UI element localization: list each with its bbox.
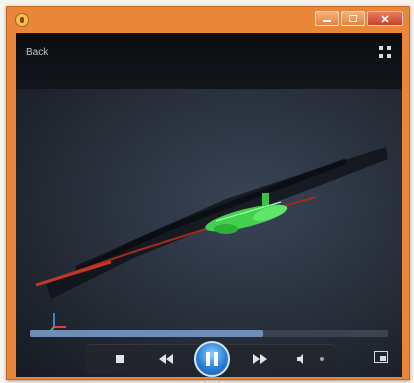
title-bar[interactable] [7,7,409,33]
seek-bar[interactable] [30,330,388,337]
switch-to-compact-icon[interactable] [374,351,388,363]
pause-icon [206,352,218,366]
previous-button[interactable] [158,352,174,366]
close-icon [381,14,389,23]
close-button[interactable] [367,11,403,26]
pause-button[interactable] [194,341,230,377]
transport-controls [86,341,336,377]
minimize-button[interactable] [315,11,339,26]
seek-bar-progress [30,330,263,337]
next-button[interactable] [252,352,268,366]
back-link[interactable]: Back [26,47,48,58]
next-icon [253,354,267,364]
app-icon[interactable] [15,13,29,27]
previous-icon [159,354,173,364]
stop-button[interactable] [112,352,128,366]
fullscreen-icon[interactable] [378,45,392,59]
caption-buttons [315,11,403,26]
volume-more-button[interactable] [314,352,330,366]
video-header: Back [16,33,402,89]
chevron-icon [320,357,324,361]
maximize-icon [349,15,357,22]
maximize-button[interactable] [341,11,365,26]
media-player-window: Back [6,6,410,380]
video-area[interactable]: Back [16,33,402,377]
volume-icon [297,354,303,364]
volume-button[interactable] [294,352,310,366]
stop-icon [116,355,124,363]
minimize-icon [323,19,331,22]
